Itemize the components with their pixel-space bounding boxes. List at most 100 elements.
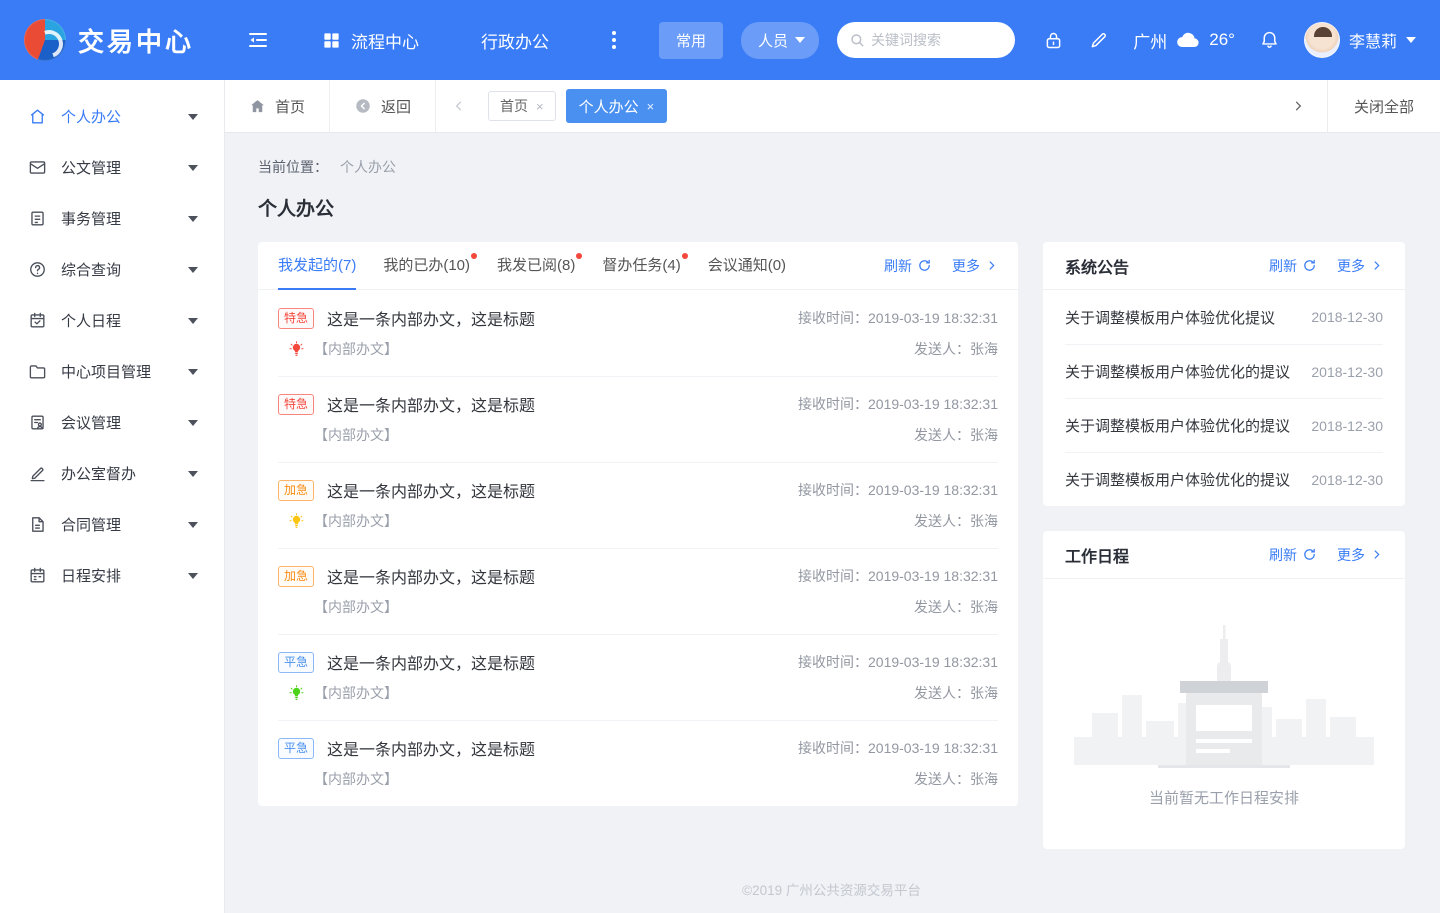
empty-schedule-illustration xyxy=(1074,624,1374,768)
sidebar-item-personal-schedule[interactable]: 个人日程 xyxy=(0,295,224,346)
tab-meeting-notices[interactable]: 会议通知(0) xyxy=(708,242,786,290)
footer-copyright: ©2019 广州公共资源交易平台 xyxy=(742,883,921,898)
bell-icon[interactable] xyxy=(1259,29,1280,51)
system-announcements-card: 系统公告 刷新 更多 关于调整模板用户体验优化提议 2018-12-30 关于调… xyxy=(1043,242,1405,506)
item-sender: 发送人：张海 xyxy=(914,427,998,443)
more-button[interactable]: 更多 xyxy=(952,256,998,276)
sidebar-item-label: 办公室督办 xyxy=(61,466,137,483)
announcement-row[interactable]: 关于调整模板用户体验优化的提议 2018-12-30 xyxy=(1065,452,1383,506)
tab-personal-office[interactable]: 个人办公 × xyxy=(565,89,668,123)
chevron-down-icon xyxy=(188,113,198,120)
item-sender: 发送人：张海 xyxy=(914,685,998,701)
search-input[interactable] xyxy=(871,32,1004,48)
sidebar-item-meeting-mgmt[interactable]: 会议管理 xyxy=(0,397,224,448)
priority-badge: 平急 xyxy=(278,737,315,759)
refresh-icon xyxy=(1304,548,1315,560)
sidebar-item-schedule-arrangement[interactable]: 日程安排 xyxy=(0,550,224,601)
chevron-right-icon xyxy=(1374,550,1380,559)
sidebar-item-document-mgmt[interactable]: 公文管理 xyxy=(0,142,224,193)
item-time: 接收时间：2019-03-19 18:32:31 xyxy=(798,482,998,498)
back-button[interactable]: 返回 xyxy=(330,80,437,132)
announcement-row[interactable]: 关于调整模板用户体验优化的提议 2018-12-30 xyxy=(1065,344,1383,398)
chevron-right-icon xyxy=(1374,261,1380,270)
item-time: 接收时间：2019-03-19 18:32:31 xyxy=(798,568,998,584)
chevron-right-icon[interactable] xyxy=(1269,80,1328,132)
nav-label: 流程中心 xyxy=(351,32,420,52)
more-vertical-icon[interactable] xyxy=(605,29,623,51)
sidebar-item-center-project-mgmt[interactable]: 中心项目管理 xyxy=(0,346,224,397)
sidebar-item-personal-office[interactable]: 个人办公 xyxy=(0,91,224,142)
item-title: 这是一条内部办文，这是标题 xyxy=(327,484,536,501)
app-logo xyxy=(24,19,66,61)
tab-strip: 首页 返回 首页 × 个人办公 × 关闭全部 xyxy=(225,80,1440,133)
close-icon[interactable]: × xyxy=(536,99,544,114)
list-item[interactable]: 特急 这是一条内部办文，这是标题 接收时间：2019-03-19 18:32:3… xyxy=(258,290,1018,376)
menu-collapse-icon[interactable] xyxy=(246,28,270,52)
nav-admin-office[interactable]: 行政办公 xyxy=(481,28,549,53)
priority-badge: 特急 xyxy=(278,307,315,329)
item-category: 【内部办文】 xyxy=(314,771,398,787)
more-label: 更多 xyxy=(952,257,980,274)
tab-home[interactable]: 首页 × xyxy=(488,91,556,121)
refresh-button[interactable]: 刷新 xyxy=(1269,545,1317,565)
sidebar-item-office-supervision[interactable]: 办公室督办 xyxy=(0,448,224,499)
breadcrumb: 当前位置： 个人办公 xyxy=(258,157,1405,177)
tab-my-read[interactable]: 我发已阅(8) xyxy=(497,242,583,290)
refresh-button[interactable]: 刷新 xyxy=(884,256,932,276)
breadcrumb-label: 当前位置： xyxy=(258,159,328,175)
refresh-icon xyxy=(919,259,930,271)
chevron-down-icon xyxy=(188,572,198,579)
cloud-icon xyxy=(1175,30,1201,50)
announcement-row[interactable]: 关于调整模板用户体验优化提议 2018-12-30 xyxy=(1065,290,1383,344)
avatar xyxy=(1303,22,1340,58)
home-button[interactable]: 首页 xyxy=(225,80,331,132)
refresh-button[interactable]: 刷新 xyxy=(1269,256,1317,276)
item-sender: 发送人：张海 xyxy=(914,513,998,529)
nav-process-center[interactable]: 流程中心 xyxy=(322,28,419,53)
user-menu[interactable]: 李慧莉 xyxy=(1303,22,1416,58)
item-category: 【内部办文】 xyxy=(314,513,398,529)
tab-my-initiated[interactable]: 我发起的(7) xyxy=(278,242,357,290)
list-item[interactable]: 加急 这是一条内部办文，这是标题 接收时间：2019-03-19 18:32:3… xyxy=(258,462,1018,548)
list-item[interactable]: 平急 这是一条内部办文，这是标题 接收时间：2019-03-19 18:32:3… xyxy=(258,720,1018,806)
announcement-title: 关于调整模板用户体验优化的提议 xyxy=(1065,418,1291,435)
sidebar-item-label: 中心项目管理 xyxy=(61,364,152,381)
priority-badge: 加急 xyxy=(278,565,315,587)
more-button[interactable]: 更多 xyxy=(1337,545,1383,565)
item-time: 接收时间：2019-03-19 18:32:31 xyxy=(798,654,998,670)
sidebar-item-contract-mgmt[interactable]: 合同管理 xyxy=(0,499,224,550)
refresh-label: 刷新 xyxy=(884,257,912,274)
chevron-down-icon xyxy=(188,521,198,528)
more-label: 更多 xyxy=(1337,546,1365,563)
list-item[interactable]: 特急 这是一条内部办文，这是标题 接收时间：2019-03-19 18:32:3… xyxy=(258,376,1018,462)
home-icon xyxy=(249,98,266,115)
list-item[interactable]: 平急 这是一条内部办文，这是标题 接收时间：2019-03-19 18:32:3… xyxy=(258,634,1018,720)
close-all-button[interactable]: 关闭全部 xyxy=(1328,96,1440,117)
chevron-down-icon xyxy=(188,368,198,375)
tab-label: 个人办公 xyxy=(578,98,639,116)
more-button[interactable]: 更多 xyxy=(1337,256,1383,276)
lock-icon[interactable] xyxy=(1043,30,1064,51)
calendar-icon xyxy=(28,566,47,585)
tab-my-done[interactable]: 我的已办(10) xyxy=(383,242,477,290)
sidebar-item-affairs-mgmt[interactable]: 事务管理 xyxy=(0,193,224,244)
people-dropdown[interactable]: 人员 xyxy=(741,21,820,59)
chevron-down-icon xyxy=(188,419,198,426)
refresh-label: 刷新 xyxy=(1269,257,1297,274)
chevron-down-icon xyxy=(188,215,198,222)
announcement-row[interactable]: 关于调整模板用户体验优化的提议 2018-12-30 xyxy=(1065,398,1383,452)
tab-supervision-tasks[interactable]: 督办任务(4) xyxy=(602,242,689,290)
pen-icon[interactable] xyxy=(1088,30,1109,51)
more-label: 更多 xyxy=(1337,257,1365,274)
breadcrumb-value: 个人办公 xyxy=(340,159,396,175)
sidebar-item-label: 综合查询 xyxy=(61,262,122,279)
chevron-left-icon[interactable] xyxy=(436,99,482,113)
weather-temp: 26° xyxy=(1209,30,1235,49)
people-dropdown-label: 人员 xyxy=(758,32,789,50)
close-icon[interactable]: × xyxy=(647,99,655,114)
keyword-search[interactable] xyxy=(837,22,1016,58)
sidebar-item-comprehensive-query[interactable]: 综合查询 xyxy=(0,244,224,295)
common-button[interactable]: 常用 xyxy=(659,21,724,59)
list-item[interactable]: 加急 这是一条内部办文，这是标题 接收时间：2019-03-19 18:32:3… xyxy=(258,548,1018,634)
item-time: 接收时间：2019-03-19 18:32:31 xyxy=(798,740,998,756)
